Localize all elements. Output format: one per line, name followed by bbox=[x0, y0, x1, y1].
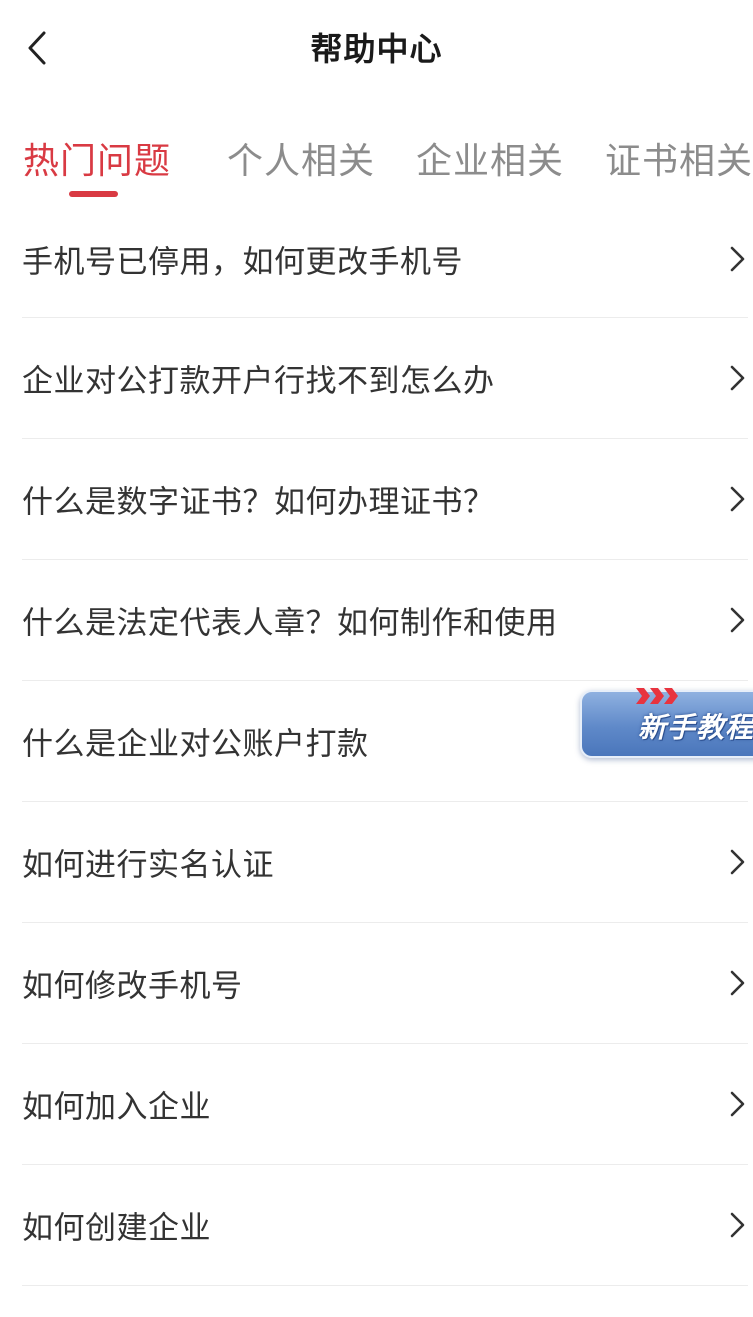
tab-hot-questions[interactable]: 热门问题 bbox=[23, 132, 171, 184]
list-item-label: 如何修改手机号 bbox=[22, 968, 243, 1005]
chevron-right-icon bbox=[730, 246, 745, 271]
list-item[interactable]: 如何加入企业 bbox=[22, 1044, 748, 1165]
tutorial-label: 新手教程 bbox=[638, 711, 753, 744]
tab-certificate[interactable]: 证书相关 bbox=[605, 132, 753, 184]
chevron-right-icon bbox=[730, 1212, 745, 1238]
triple-arrow-icon bbox=[636, 688, 678, 704]
tab-bar: 热门问题 个人相关 企业相关 证书相关 bbox=[0, 100, 753, 200]
chevron-right-icon bbox=[730, 970, 745, 996]
header: 帮助中心 bbox=[0, 0, 753, 100]
list-item[interactable]: 企业对公打款开户行找不到怎么办 bbox=[22, 318, 748, 439]
chevron-right-icon bbox=[730, 365, 745, 391]
list-item[interactable]: 如何修改手机号 bbox=[22, 923, 748, 1044]
list-item-label: 什么是数字证书？如何办理证书？ bbox=[22, 484, 495, 521]
list-item[interactable]: 什么是法定代表人章？如何制作和使用 bbox=[22, 560, 748, 681]
tab-personal[interactable]: 个人相关 bbox=[227, 132, 375, 184]
chevron-right-icon bbox=[730, 607, 745, 633]
list-item-label: 如何进行实名认证 bbox=[22, 847, 274, 884]
help-center-page: 帮助中心 热门问题 个人相关 企业相关 证书相关 手机号已停用，如何更改手机号 … bbox=[0, 0, 753, 1317]
list-item[interactable]: 什么是数字证书？如何办理证书？ bbox=[22, 439, 748, 560]
list-item-label: 如何创建企业 bbox=[22, 1210, 211, 1247]
list-item-label: 企业对公打款开户行找不到怎么办 bbox=[22, 363, 495, 400]
list-item-label: 什么是企业对公账户打款 bbox=[22, 726, 369, 763]
list-item-label: 如何加入企业 bbox=[22, 1089, 211, 1126]
list-item-label: 手机号已停用，如何更改手机号 bbox=[22, 244, 463, 280]
page-title: 帮助中心 bbox=[310, 30, 443, 68]
tab-enterprise[interactable]: 企业相关 bbox=[416, 132, 564, 184]
list-item[interactable]: 如何进行实名认证 bbox=[22, 802, 748, 923]
list-item[interactable]: 如何创建企业 bbox=[22, 1165, 748, 1286]
chevron-right-icon bbox=[730, 849, 745, 875]
chevron-right-icon bbox=[730, 486, 745, 512]
chevron-right-icon bbox=[730, 1091, 745, 1117]
list-item-label: 什么是法定代表人章？如何制作和使用 bbox=[22, 605, 558, 642]
active-tab-indicator bbox=[69, 191, 118, 197]
beginner-tutorial-button[interactable]: 新手教程 bbox=[580, 688, 753, 758]
list-item[interactable]: 手机号已停用，如何更改手机号 bbox=[22, 200, 748, 318]
